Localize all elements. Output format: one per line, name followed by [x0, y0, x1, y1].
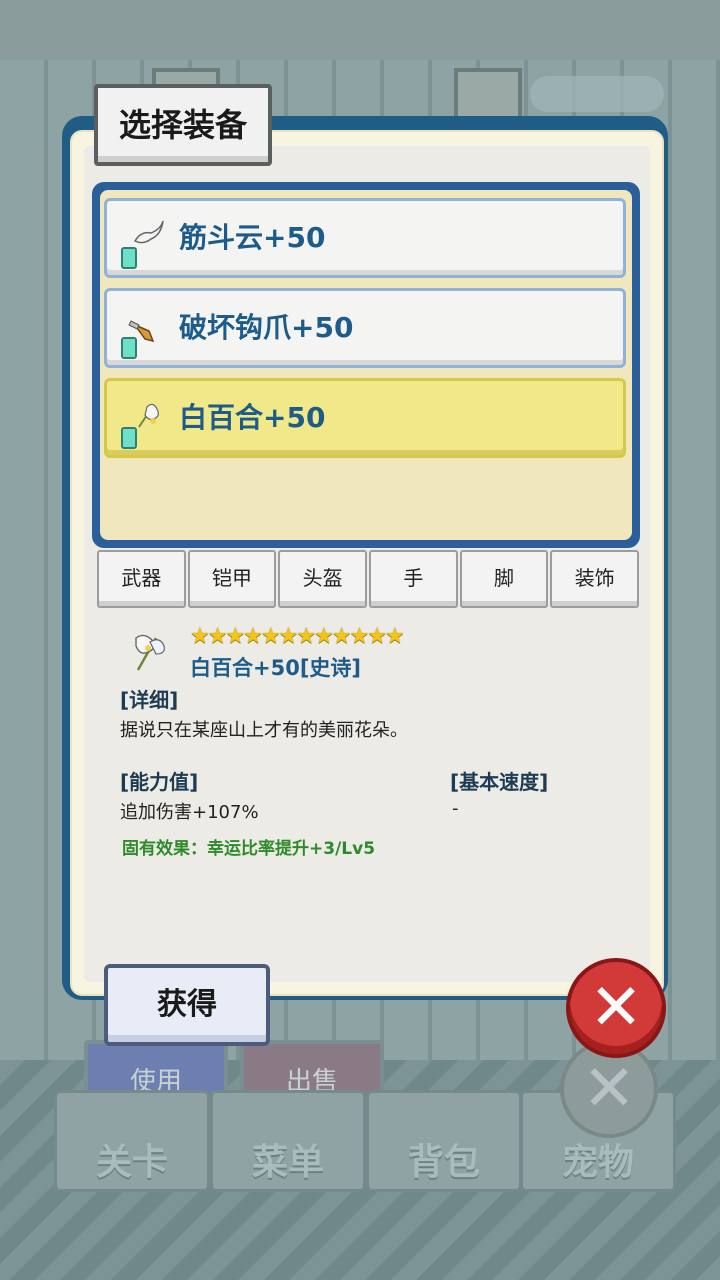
rarity-stars: ★★★★★★★★★★★★ — [190, 624, 405, 649]
tab-armor[interactable]: 铠甲 — [187, 550, 277, 608]
category-tabs: 武器 铠甲 头盔 手 脚 装饰 — [97, 550, 640, 608]
speed-label: [基本速度] — [450, 770, 549, 794]
tab-accessory[interactable]: 装饰 — [550, 550, 640, 608]
bg-nav-menu: 菜单 — [210, 1090, 366, 1192]
tab-foot[interactable]: 脚 — [459, 550, 549, 608]
cloud-icon — [121, 217, 165, 269]
detail-item-name: 白百合+50[史诗] — [190, 656, 362, 680]
gem-icon — [121, 337, 137, 359]
tab-helmet[interactable]: 头盔 — [278, 550, 368, 608]
speed-value: - — [452, 798, 459, 819]
tab-weapon[interactable]: 武器 — [97, 550, 186, 608]
list-item[interactable]: 破坏钩爪+50 — [104, 288, 626, 368]
equipment-list: 筋斗云+50 破坏钩爪+50 白百合+50 — [92, 182, 640, 548]
gem-icon — [121, 247, 137, 269]
dialog-title: 选择装备 — [94, 84, 272, 166]
tab-hand[interactable]: 手 — [369, 550, 458, 608]
description-text: 据说只在某座山上才有的美丽花朵。 — [120, 720, 408, 741]
list-item[interactable]: 筋斗云+50 — [104, 198, 626, 278]
close-icon: ✕ — [589, 971, 643, 1045]
bg-top-bar — [0, 0, 720, 64]
description-label: [详细] — [120, 688, 179, 712]
bg-window — [454, 68, 522, 122]
bg-nav-stage: 关卡 — [54, 1090, 210, 1192]
bg-nav-bag: 背包 — [366, 1090, 522, 1192]
ability-label: [能力值] — [120, 770, 199, 794]
inherent-effect: 固有效果：幸运比率提升+3/Lv5 — [122, 839, 376, 859]
item-name: 破坏钩爪+50 — [179, 311, 354, 344]
close-button[interactable]: ✕ — [566, 958, 666, 1058]
lily-icon — [121, 397, 165, 449]
equipment-list-inner[interactable]: 筋斗云+50 破坏钩爪+50 白百合+50 — [100, 190, 632, 540]
gem-icon — [121, 427, 137, 449]
claw-icon — [121, 307, 165, 359]
obtain-button[interactable]: 获得 — [104, 964, 270, 1046]
ability-value: 追加伤害+107% — [120, 802, 259, 823]
item-name: 白百合+50 — [179, 401, 326, 434]
bg-badge — [530, 76, 664, 112]
item-name: 筋斗云+50 — [179, 221, 326, 254]
list-item-selected[interactable]: 白百合+50 — [104, 378, 626, 458]
lily-icon — [126, 630, 170, 674]
